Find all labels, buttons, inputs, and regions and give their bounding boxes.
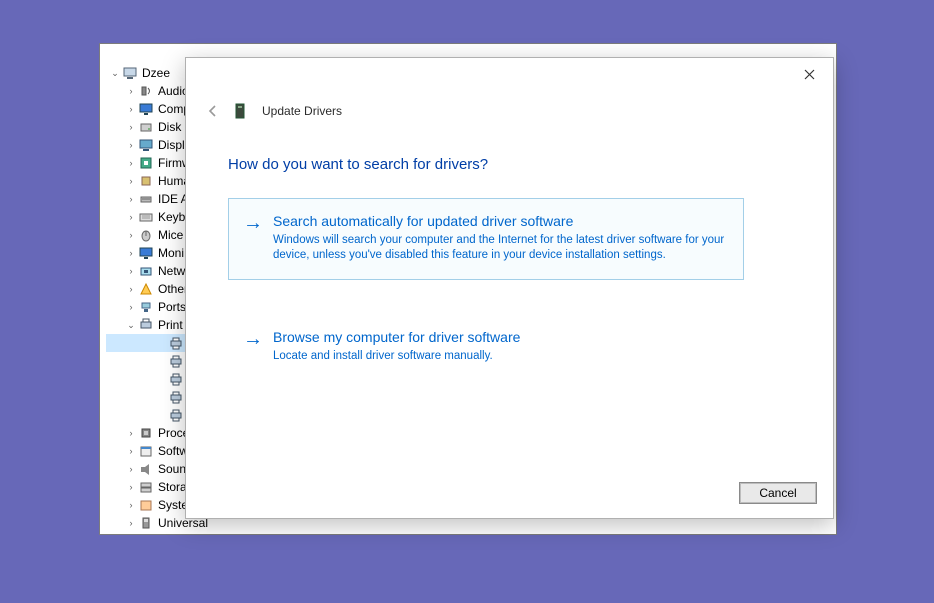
chevron-right-icon[interactable]: › [124,244,138,262]
tree-item-label: Soun [158,460,186,478]
dialog-title: Update Drivers [262,104,342,118]
arrow-right-icon: → [243,329,263,349]
chevron-right-icon[interactable]: › [124,82,138,100]
disk-icon [138,119,154,135]
firmware-icon [138,155,154,171]
tree-item-label: Mice [158,226,183,244]
printer-icon [168,371,184,387]
option-desc: Locate and install driver software manua… [273,349,727,364]
system-icon [138,497,154,513]
tree-item-label: Ports [158,298,186,316]
printer-icon [168,389,184,405]
chevron-right-icon[interactable]: › [124,442,138,460]
chevron-right-icon[interactable]: › [124,298,138,316]
chevron-right-icon[interactable]: › [124,262,138,280]
dialog-header: Update Drivers [204,102,342,120]
hid-icon [138,173,154,189]
chevron-right-icon[interactable]: › [124,514,138,532]
cancel-button[interactable]: Cancel [739,482,817,504]
chevron-right-icon[interactable]: › [124,136,138,154]
chevron-right-icon[interactable]: › [124,478,138,496]
printer-icon [168,335,184,351]
option-title: Browse my computer for driver software [273,329,727,345]
tree-item-label: Moni [158,244,184,262]
sound-icon [138,461,154,477]
cpu-icon [138,425,154,441]
monitor-icon [138,245,154,261]
storage-icon [138,479,154,495]
option-title: Search automatically for updated driver … [273,213,727,229]
option-search-automatically[interactable]: → Search automatically for updated drive… [228,198,744,280]
tree-item-label: Netw [158,262,185,280]
tree-item-label: Other [158,280,188,298]
keyboard-icon [138,209,154,225]
dialog-footer: Cancel [739,482,817,504]
tree-item-label: Print [158,316,183,334]
option-browse-computer[interactable]: → Browse my computer for driver software… [228,314,744,381]
monitor-icon [138,101,154,117]
chevron-right-icon[interactable]: › [124,172,138,190]
chevron-right-icon[interactable]: › [124,100,138,118]
dialog-heading: How do you want to search for drivers? [228,156,488,173]
option-desc: Windows will search your computer and th… [273,233,727,263]
chevron-right-icon[interactable]: › [124,496,138,514]
chevron-right-icon[interactable]: › [124,190,138,208]
device-icon [232,103,248,119]
tree-item-label: Softw [158,442,188,460]
other-icon [138,281,154,297]
chevron-down-icon[interactable]: ⌄ [124,316,138,334]
update-drivers-dialog: Update Drivers How do you want to search… [185,57,834,519]
chevron-right-icon[interactable]: › [124,460,138,478]
software-icon [138,443,154,459]
chevron-right-icon[interactable]: › [124,226,138,244]
tree-root-label: Dzee [142,64,170,82]
close-button[interactable] [791,62,827,86]
mouse-icon [138,227,154,243]
printer-icon [168,353,184,369]
arrow-right-icon: → [243,213,263,233]
ide-icon [138,191,154,207]
display-icon [138,137,154,153]
printer-icon [168,407,184,423]
ports-icon [138,299,154,315]
chevron-right-icon[interactable]: › [124,208,138,226]
computer-icon [122,65,138,81]
chevron-right-icon[interactable]: › [124,280,138,298]
back-button[interactable] [204,102,222,120]
chevron-right-icon[interactable]: › [124,118,138,136]
usb-icon [138,515,154,531]
printer-icon [138,317,154,333]
speaker-icon [138,83,154,99]
chevron-right-icon[interactable]: › [124,424,138,442]
chevron-down-icon[interactable]: ⌄ [108,64,122,82]
chevron-right-icon[interactable]: › [124,154,138,172]
network-icon [138,263,154,279]
